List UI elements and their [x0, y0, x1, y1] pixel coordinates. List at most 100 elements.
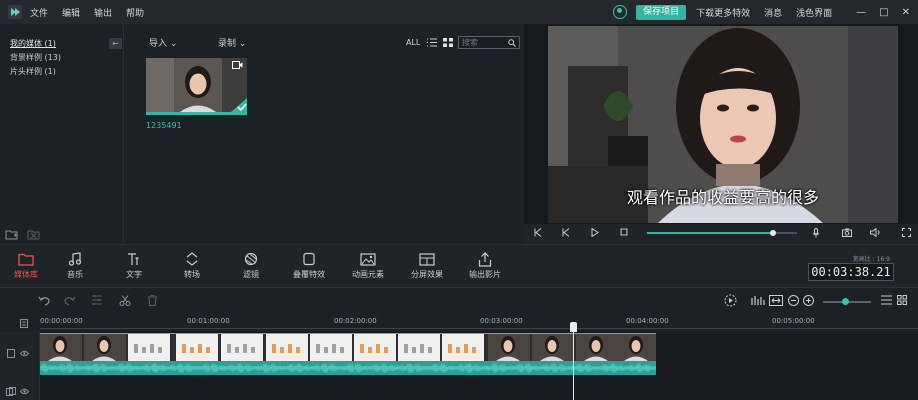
theme-toggle-link[interactable]: 浅色界面 [796, 6, 832, 19]
collapse-sidebar-button[interactable]: ← [109, 38, 122, 49]
zoom-slider[interactable] [823, 298, 871, 305]
module-overlay[interactable]: 叠覆特效 [285, 251, 333, 280]
clip-frame [221, 334, 263, 361]
ruler-baseline [40, 328, 918, 329]
search-icon[interactable] [508, 39, 516, 47]
text-icon [128, 253, 139, 265]
import-dropdown[interactable]: 导入 ⌄ [149, 36, 177, 49]
clip-frame [310, 334, 352, 361]
app-logo-icon [8, 5, 22, 19]
module-music[interactable]: 音乐 [51, 251, 99, 280]
clip-frame [488, 334, 530, 361]
settings-list-icon[interactable] [91, 295, 103, 305]
zoom-out-icon[interactable] [788, 295, 799, 306]
module-export[interactable]: 输出影片 [461, 251, 509, 280]
seek-progress [647, 232, 773, 234]
timecode-display: 00:03:38.21 [808, 263, 894, 281]
module-split-screen[interactable]: 分屏效果 [403, 251, 451, 280]
music-note-icon [68, 252, 82, 266]
camera-icon[interactable] [842, 228, 852, 237]
playhead-handle[interactable] [570, 322, 577, 332]
ruler-tick-label: 00:05:00:00 [772, 317, 815, 325]
audio-mixer-icon[interactable] [751, 295, 765, 306]
clip-frame [398, 334, 440, 361]
timeline-ruler[interactable]: 00:00:00:00 00:01:00:00 00:02:00:00 00:0… [0, 314, 918, 331]
record-dropdown[interactable]: 录制 ⌄ [218, 36, 246, 49]
module-filter[interactable]: 滤镜 [227, 251, 275, 280]
seek-handle[interactable] [770, 230, 776, 236]
step-back-icon[interactable] [562, 228, 570, 237]
media-thumbnail[interactable] [146, 58, 247, 115]
scissors-icon[interactable] [119, 295, 131, 306]
messages-link[interactable]: 消息 [764, 6, 782, 19]
audio-waveform[interactable] [39, 361, 658, 375]
clip-frame [84, 334, 126, 361]
export-icon [478, 251, 492, 267]
module-media-library[interactable]: 媒体库 [2, 251, 50, 280]
eye-icon[interactable] [20, 388, 29, 395]
volume-icon[interactable] [870, 228, 881, 237]
maximize-button[interactable]: □ [879, 7, 888, 18]
zoom-slider-handle[interactable] [841, 298, 849, 305]
add-track-icon[interactable] [20, 319, 28, 328]
module-transition[interactable]: 转场 [168, 251, 216, 280]
module-label: 分屏效果 [411, 270, 443, 279]
overlay-icon [303, 252, 315, 266]
track-header [0, 331, 40, 400]
playhead-line[interactable] [573, 322, 574, 400]
filter-all[interactable]: ALL [406, 38, 420, 47]
grid-layout-icon[interactable] [897, 295, 907, 305]
search-input[interactable] [459, 37, 507, 48]
module-image-element[interactable]: 动画元素 [344, 251, 392, 280]
skip-back-icon[interactable] [534, 228, 542, 237]
image-element-icon [360, 252, 376, 266]
delete-folder-icon[interactable] [27, 229, 41, 241]
sidebar-item-intro-samples[interactable]: 片头样例 (1) [10, 66, 56, 77]
download-effects-link[interactable]: 下载更多特效 [696, 6, 750, 19]
fit-timeline-icon[interactable] [769, 295, 783, 306]
fullscreen-icon[interactable] [902, 228, 911, 237]
menu-help[interactable]: 帮助 [126, 6, 144, 19]
video-clip[interactable] [40, 333, 658, 361]
clip-frame [176, 334, 218, 361]
microphone-icon[interactable] [812, 228, 820, 238]
menu-export[interactable]: 输出 [94, 6, 112, 19]
sidebar-item-my-media[interactable]: 我的媒体 (1) [10, 38, 56, 49]
menu-edit[interactable]: 编辑 [62, 6, 80, 19]
preview-panel: 观看作品的收益要高的很多 [524, 24, 918, 224]
minimize-button[interactable]: — [856, 7, 866, 18]
module-label: 动画元素 [352, 270, 384, 279]
module-text[interactable]: 文字 [110, 251, 158, 280]
ruler-tick-label: 00:00:00:00 [40, 317, 83, 325]
stop-icon[interactable] [620, 228, 628, 237]
main-menu: 文件 编辑 输出 帮助 [30, 6, 144, 19]
undo-icon[interactable] [38, 295, 50, 306]
filter-icon [244, 252, 258, 266]
grid-view-icon[interactable] [443, 38, 453, 47]
seek-bar[interactable] [647, 230, 797, 236]
redo-icon[interactable] [64, 295, 76, 306]
save-project-button[interactable]: 保存项目 [636, 4, 687, 20]
new-folder-icon[interactable] [5, 229, 19, 241]
trash-icon[interactable] [147, 295, 158, 306]
sidebar-item-background-samples[interactable]: 背景样例 (13) [10, 52, 61, 63]
chevron-down-icon: ⌄ [238, 39, 247, 49]
video-preview[interactable]: 观看作品的收益要高的很多 [548, 26, 898, 223]
menu-file[interactable]: 文件 [30, 6, 48, 19]
video-camera-icon [232, 61, 243, 69]
track-list-icon[interactable] [881, 295, 892, 305]
selected-check-icon [231, 98, 247, 112]
render-play-icon[interactable] [724, 294, 737, 307]
split-screen-icon [419, 252, 435, 266]
close-button[interactable]: ✕ [902, 7, 910, 18]
eye-icon[interactable] [20, 350, 29, 357]
zoom-in-icon[interactable] [803, 295, 814, 306]
waveform-path [39, 362, 658, 374]
account-icon[interactable] [613, 5, 628, 19]
list-view-icon[interactable] [427, 38, 437, 47]
clip-frame [616, 334, 658, 361]
play-icon[interactable] [591, 228, 599, 237]
clip-thumbnail-strip [40, 334, 658, 361]
ruler-tick-label: 00:03:00:00 [480, 317, 523, 325]
module-label: 音乐 [67, 270, 83, 279]
